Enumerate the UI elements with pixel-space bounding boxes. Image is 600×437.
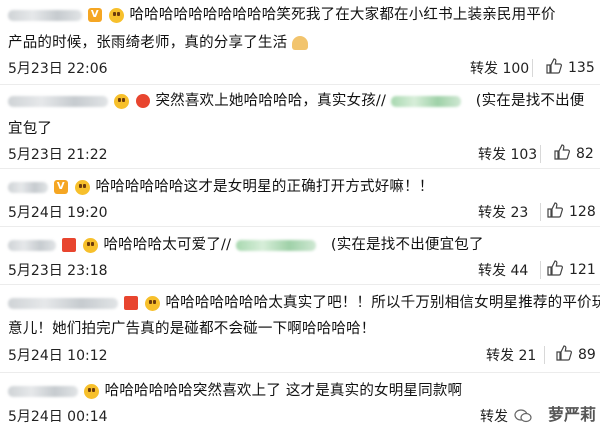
comment-separator <box>0 372 600 373</box>
repost-button[interactable]: 转发 <box>480 406 508 426</box>
watermark-text: 萝严莉 <box>547 405 596 424</box>
comment-text-line: 意儿！她们拍完广告真的是碰都不会碰一下啊哈哈哈哈！ <box>8 316 376 342</box>
laughing-face-icon <box>144 295 160 311</box>
comment-text-line: 哈哈哈哈哈哈哈太真实了吧！！所以千万别相信女明星推荐的平价玩 <box>8 290 600 316</box>
comment-text-line: V 哈哈哈哈哈哈这才是女明星的正确打开方式好嘛！！ <box>8 174 434 200</box>
comment-text-line: 突然喜欢上她哈哈哈哈，真实女孩// (实在是找不出便 <box>8 88 585 114</box>
comment-date: 5月23日 21:22 <box>8 147 108 163</box>
like-count: 121 <box>569 262 596 278</box>
repost-button[interactable]: 转发 103 <box>478 144 537 164</box>
like-count: 135 <box>568 60 595 76</box>
comment-date: 5月24日 19:20 <box>8 205 108 221</box>
action-divider <box>540 203 541 221</box>
thumbs-up-icon <box>556 345 572 361</box>
comment-separator <box>0 168 600 169</box>
mention-blurred[interactable] <box>236 239 317 251</box>
comment-text: 哈哈哈哈哈哈哈太真实了吧！！所以千万别相信女明星推荐的平价玩 <box>165 295 600 311</box>
comment-text: 哈哈哈哈哈哈哈哈哈哈笑死我了在大家都在小红书上装亲民用平价 <box>129 7 556 23</box>
comment-date: 5月23日 23:18 <box>8 263 108 279</box>
action-divider <box>544 346 545 364</box>
comment-separator <box>0 226 600 227</box>
comment-text-line: 宜包了 <box>8 116 52 142</box>
red-badge <box>123 296 138 310</box>
username-blurred[interactable] <box>8 181 48 193</box>
comment-date: 5月24日 10:12 <box>8 348 108 364</box>
folded-hands-icon <box>292 36 309 50</box>
action-divider <box>540 261 541 279</box>
comment-text: 突然喜欢上她哈哈哈哈，真实女孩// <box>155 93 387 109</box>
username-blurred[interactable] <box>8 239 56 251</box>
comment-text: 产品的时候，张雨绮老师，真的分享了生活 <box>8 35 288 51</box>
like-count: 128 <box>569 204 596 220</box>
action-divider <box>532 59 533 77</box>
laughing-face-icon <box>108 7 124 23</box>
thumbs-up-icon <box>547 260 563 276</box>
like-button[interactable]: 135 <box>546 58 595 76</box>
comment-text-line: V 哈哈哈哈哈哈哈哈哈哈笑死我了在大家都在小红书上装亲民用平价 <box>8 2 556 28</box>
username-blurred[interactable] <box>8 9 82 21</box>
like-count: 89 <box>578 347 596 363</box>
laughing-face-icon <box>82 237 98 253</box>
repost-button[interactable]: 转发 21 <box>486 345 536 365</box>
repost-button[interactable]: 转发 100 <box>470 58 529 78</box>
comment-separator <box>0 284 600 285</box>
comment-feed: V 哈哈哈哈哈哈哈哈哈哈笑死我了在大家都在小红书上装亲民用平价 产品的时候，张雨… <box>0 0 600 437</box>
laughing-face-icon <box>113 93 129 109</box>
comment-text-tail: (实在是找不出便宜包了 <box>330 237 484 253</box>
comment-text: 哈哈哈哈太可爱了// <box>103 237 232 253</box>
comment-text-tail: (实在是找不出便 <box>475 93 585 109</box>
like-button[interactable]: 128 <box>547 202 596 220</box>
comment-date: 5月24日 00:14 <box>8 409 108 425</box>
like-button[interactable]: 121 <box>547 260 596 278</box>
comment-text-line: 产品的时候，张雨绮老师，真的分享了生活 <box>8 30 309 56</box>
thumbs-up-icon <box>547 202 563 218</box>
username-blurred[interactable] <box>8 95 108 107</box>
comment-text: 哈哈哈哈哈哈突然喜欢上了 这才是真实的女明星同款啊 <box>104 383 463 399</box>
comment-date: 5月23日 22:06 <box>8 61 108 77</box>
laughing-face-icon <box>83 383 99 399</box>
like-button[interactable]: 82 <box>554 144 594 162</box>
thumbs-up-icon <box>546 58 562 74</box>
verified-badge: V <box>87 8 102 22</box>
laughing-face-icon <box>74 179 90 195</box>
action-divider <box>540 145 541 163</box>
verified-badge: V <box>53 180 68 194</box>
username-blurred[interactable] <box>8 297 118 309</box>
comment-text-line: 哈哈哈哈太可爱了// (实在是找不出便宜包了 <box>8 232 484 258</box>
like-count: 82 <box>576 146 594 162</box>
comment-text: 意儿！她们拍完广告真的是碰都不会碰一下啊哈哈哈哈！ <box>8 321 376 337</box>
repost-button[interactable]: 转发 44 <box>478 260 528 280</box>
comment-separator <box>0 84 600 85</box>
red-badge <box>61 238 76 252</box>
repost-button[interactable]: 转发 23 <box>478 202 528 222</box>
wechat-icon <box>514 409 532 423</box>
username-blurred[interactable] <box>8 385 78 397</box>
comment-text: 宜包了 <box>8 121 53 137</box>
mention-blurred[interactable] <box>390 95 461 107</box>
comment-text: 哈哈哈哈哈哈这才是女明星的正确打开方式好嘛！！ <box>95 179 434 195</box>
like-button[interactable]: 89 <box>556 345 596 363</box>
red-badge <box>135 94 150 108</box>
comment-text-line: 哈哈哈哈哈哈突然喜欢上了 这才是真实的女明星同款啊 <box>8 378 462 404</box>
thumbs-up-icon <box>554 144 570 160</box>
